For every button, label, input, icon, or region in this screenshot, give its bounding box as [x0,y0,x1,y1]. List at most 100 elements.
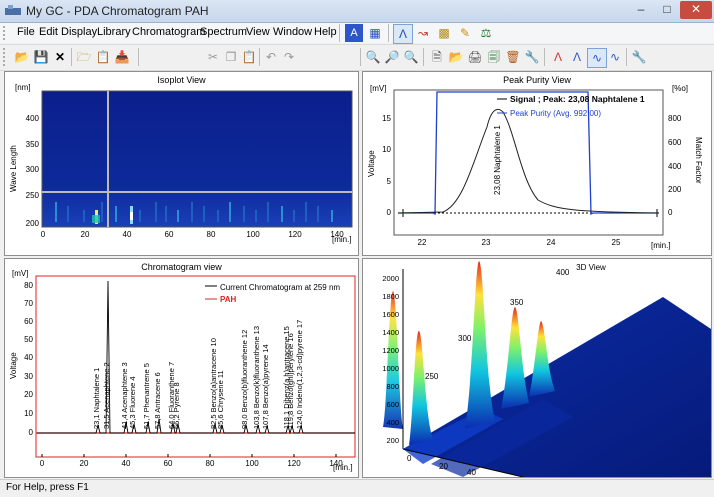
new-doc-icon[interactable]: 🗎 [428,48,446,66]
isoplot-xtick: 0 [41,230,46,239]
chrom-ytick: 70 [24,299,33,308]
spectrum-view-icon[interactable]: ∿ [606,48,624,66]
open-doc-icon[interactable]: 📂 [447,48,465,66]
purity-rtick: 0 [668,208,673,217]
overlay-color-icon[interactable]: Λ [549,48,567,66]
menu-view[interactable]: View [246,26,270,38]
cut-icon[interactable]: ✂ [204,48,222,66]
isoplot-ytick: 250 [26,191,40,200]
chrom-y-label: Voltage [9,352,18,379]
view3d-ytick: 200 [386,436,399,445]
chrom-xtick: 60 [164,459,173,468]
report-icon[interactable]: ▩ [435,24,453,42]
chrom-peak-label: 31,5 Acenaphtene 2 [102,362,111,429]
isoplot-chart[interactable]: [nm] Wave Length [min.] 400 350 300 250 … [5,72,358,255]
redo-icon[interactable]: ↷ [280,48,298,66]
chrom-peak-label: 23,1 Naphtalene 1 [92,368,101,429]
menu-chromatogram[interactable]: Chromatogram [132,26,205,38]
menu-spectrum[interactable]: Spectrum [200,26,247,38]
delete-icon[interactable]: ✕ [51,48,69,66]
library-icon[interactable]: ⚖ [477,24,495,42]
view3d-wl-tick: 350 [510,298,524,307]
isoplot-ytick: 350 [26,140,40,149]
isoplot-streak [217,210,219,222]
chrom-xtick: 120 [287,459,301,468]
isoplot-xtick: 100 [246,230,260,239]
view3d-chart[interactable]: 3D View 400 350 300 250 2000 1800 1600 1… [363,259,711,477]
view3d-panel: 3D View 400 350 300 250 2000 1800 1600 1… [362,258,712,478]
view3d-wl-tick: 300 [458,334,472,343]
sequence-icon[interactable]: 📥 [113,48,131,66]
export-icon[interactable]: 🗐 [485,48,503,66]
menu-help[interactable]: Help [314,26,337,38]
isoplot-streak [165,206,167,222]
chrom-xtick: 20 [80,459,89,468]
view3d-ytick: 1600 [382,310,399,319]
chrom-ytick: 0 [29,428,34,437]
isoplot-ytick: 200 [26,219,40,228]
chrom-xtick: 0 [40,459,45,468]
isoplot-xtick: 20 [81,230,90,239]
chrom-xtick: 80 [206,459,215,468]
purity-rtick: 600 [668,138,682,147]
chrom-ytick: 20 [24,390,33,399]
purity-peak-label: 23,08 Naphtalene 1 [493,125,502,195]
menu-library[interactable]: Library [97,26,131,38]
view3d-ytick: 1400 [382,328,399,337]
zoom-in-icon[interactable]: 🔍 [364,48,382,66]
chrom-legend-pah: PAH [220,295,237,304]
tools-icon[interactable]: 🔧 [523,48,541,66]
close-button[interactable]: ✕ [680,1,712,19]
baseline-icon[interactable]: ↝ [414,24,432,42]
isoplot-xtick: 140 [330,230,344,239]
view3d-xtick: 40 [467,468,476,477]
overlay-icon[interactable]: Λ [568,48,586,66]
isoplot-streak [177,210,179,222]
purity-y-unit: [mV] [370,84,386,93]
purity-xtick: 25 [612,238,621,247]
purity-ytick: 15 [382,114,391,123]
view3d-ytick: 400 [386,418,399,427]
open-folder-icon[interactable]: 🗁 [75,48,93,66]
print-icon[interactable]: 🖨 [466,48,484,66]
copy-icon[interactable]: ❐ [222,48,240,66]
peak-tool-icon[interactable]: A [345,24,363,42]
maximize-button[interactable]: □ [656,1,678,19]
menu-window[interactable]: Window [273,26,312,38]
integration-icon[interactable]: Λ [393,24,413,44]
import-icon[interactable]: 🗑 [504,48,522,66]
status-bar: For Help, press F1 [0,479,714,497]
isoplot-y-unit: [nm] [15,83,31,92]
minimize-button[interactable]: – [628,1,654,19]
isoplot-streak [55,202,57,222]
isoplot-streak [229,202,231,222]
zoom-out-icon[interactable]: 🔎 [383,48,401,66]
purity-y-label: Voltage [367,150,376,177]
chrom-xtick: 140 [329,459,343,468]
chrom-xtick: 40 [122,459,131,468]
open-icon[interactable]: 📂 [13,48,31,66]
menu-display[interactable]: Display [61,26,97,38]
chromatogram-chart[interactable]: 23,1 Naphtalene 1 31,5 Acenaphtene 2 41,4 … [5,259,358,477]
app-icon [5,5,21,15]
isoplot-streak [293,210,295,222]
isoplot-streak [115,206,117,222]
purity-ytick: 0 [387,208,392,217]
menu-file[interactable]: File [17,26,35,38]
chrom-peak-label: 85,6 Chrysene 11 [216,370,225,429]
save-icon[interactable]: 💾 [32,48,50,66]
wrench-icon[interactable]: 🔧 [630,48,648,66]
isoplot-streak [267,202,269,222]
purity-chart[interactable]: 23,08 Naphtalene 1 Signal ; Peak: 23,08 … [363,72,711,255]
method-icon[interactable]: 📋 [94,48,112,66]
multi-view-icon[interactable]: ∿ [587,48,607,68]
toolbar: 📂 💾 ✕ 🗁 📋 📥 ✂ ❐ 📋 ↶ ↷ 🔍 🔎 🔍 🗎 📂 🖨 🗐 🗑 🔧 … [0,44,714,71]
paste-icon[interactable]: 📋 [240,48,258,66]
menu-edit[interactable]: Edit [39,26,58,38]
pencil-icon[interactable]: ✎ [456,24,474,42]
isoplot-streak [243,206,245,222]
chrom-peak-label: 66,2 Pyrene 8 [172,382,181,429]
undo-icon[interactable]: ↶ [262,48,280,66]
zoom-fit-icon[interactable]: 🔍 [402,48,420,66]
calibration-icon[interactable]: ▦ [366,24,384,42]
